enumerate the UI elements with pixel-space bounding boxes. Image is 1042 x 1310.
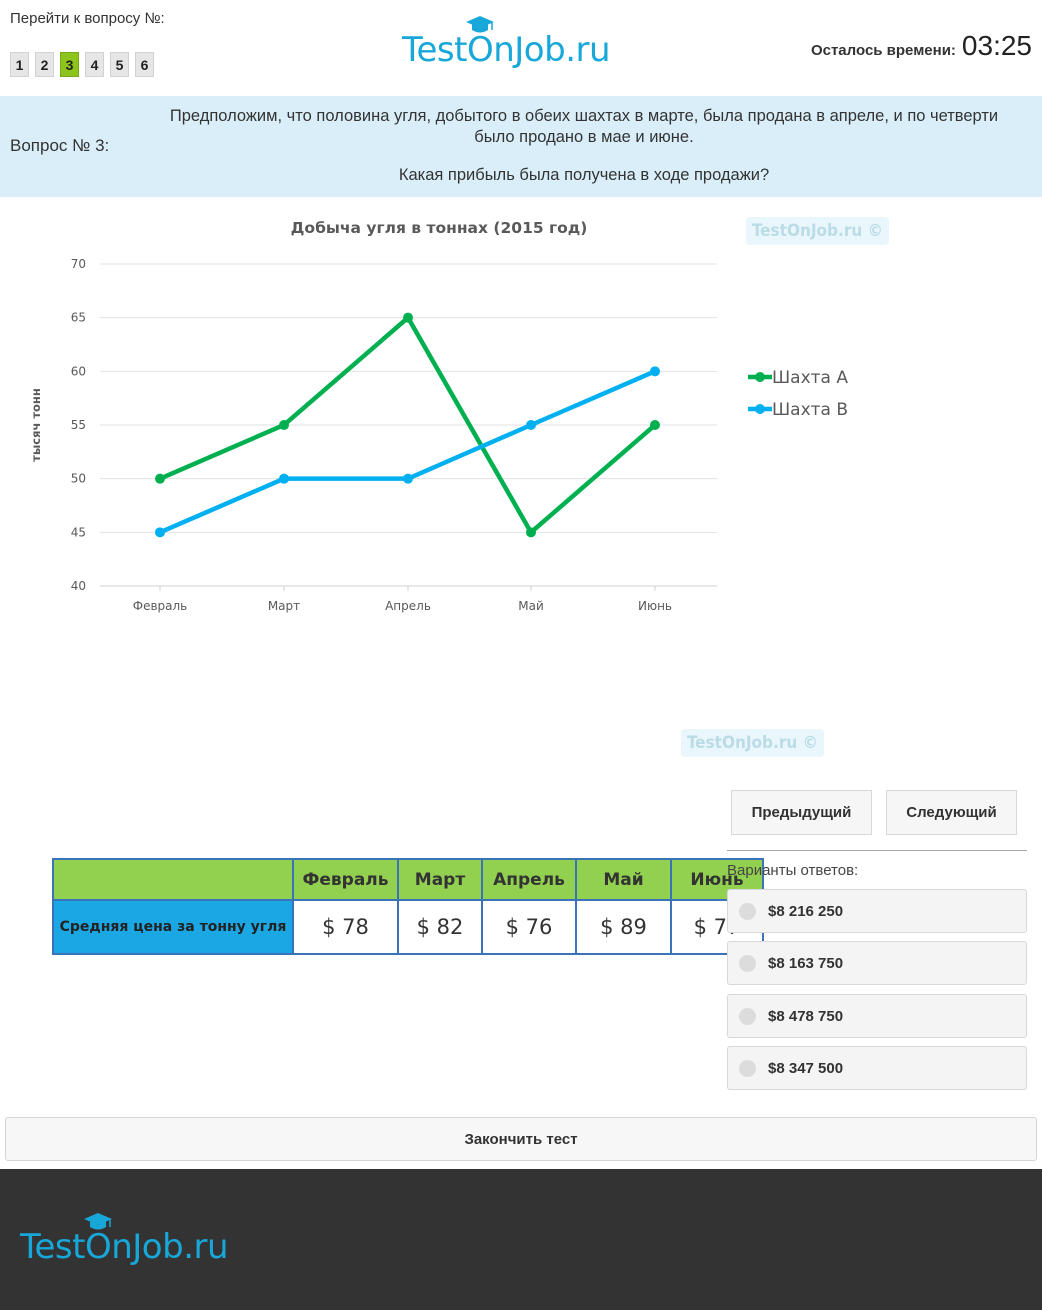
radio-button[interactable]	[739, 1007, 756, 1025]
chart-y-axis-label: тысяч тонн	[29, 388, 43, 462]
answer-text: $8 163 750	[768, 954, 844, 972]
question-text-block: Предположим, что половина угля, добытого…	[160, 106, 1008, 186]
question-prompt: Какая прибыль была получена в ходе прода…	[398, 166, 770, 184]
answers-divider	[727, 850, 1027, 851]
price-table-month-header: Май	[575, 858, 672, 901]
price-table-corner-cell	[52, 858, 294, 901]
answer-option[interactable]: $8 478 750	[727, 994, 1027, 1038]
coal-production-chart: Добыча угля в тоннах (2015 год) 40 45 50 55 6…	[29, 219, 848, 613]
logo-text-part-1: Test	[402, 30, 467, 70]
price-table-header-row: Февраль Март Апрель Май Июнь	[52, 858, 764, 901]
answer-text: $8 478 750	[768, 1007, 844, 1025]
question-nav-button-3[interactable]: 3	[60, 52, 79, 77]
previous-button[interactable]: Предыдущий	[731, 790, 872, 835]
chart-y-tick-label: 45	[71, 525, 86, 539]
header: Перейти к вопросу №: 1 2 3 4 5 6 Test O …	[0, 0, 1042, 96]
radio-button[interactable]	[739, 902, 756, 920]
chart-y-tick-label: 65	[71, 311, 86, 325]
price-table: Февраль Март Апрель Май Июнь Средняя цен…	[52, 858, 764, 955]
chart-data-point	[403, 473, 413, 484]
watermark: TestOnJob.ru ©	[746, 217, 889, 245]
chart-data-point	[279, 473, 289, 484]
logo-o-letter: O	[466, 30, 494, 70]
chart-data-point	[650, 366, 660, 377]
footer-logo[interactable]: Test O nJob.ru	[20, 1213, 229, 1267]
chart-y-tick-label: 70	[71, 257, 86, 271]
chart-data-point	[279, 420, 289, 430]
graduation-cap-icon	[83, 1213, 112, 1230]
price-table-row: Средняя цена за тонну угля $ 78 $ 82 $ 7…	[52, 899, 764, 955]
chart-y-tick-label: 55	[71, 418, 86, 432]
question-nav-button-1[interactable]: 1	[10, 52, 29, 77]
price-table-month-header: Март	[397, 858, 483, 901]
question-nav-button-2[interactable]: 2	[35, 52, 54, 77]
graduation-cap-icon	[465, 16, 494, 33]
chart-x-tick-label: Апрель	[385, 599, 431, 613]
question-bar: Вопрос № 3: Предположим, что половина уг…	[0, 96, 1042, 197]
chart-y-tick-label: 40	[71, 579, 86, 593]
logo-text-part-2: O	[83, 1213, 112, 1267]
question-statement: Предположим, что половина угля, добытого…	[169, 107, 999, 146]
price-table-row-label: Средняя цена за тонну угля	[52, 899, 294, 955]
question-nav-button-4[interactable]: 4	[85, 52, 104, 77]
question-navigator: 1 2 3 4 5 6	[10, 52, 154, 77]
chart-title: Добыча угля в тоннах (2015 год)	[291, 219, 588, 237]
price-table-month-header: Апрель	[481, 858, 577, 901]
answer-option[interactable]: $8 163 750	[727, 941, 1027, 985]
radio-button[interactable]	[739, 1059, 756, 1077]
chart-x-tick-label: Март	[268, 599, 300, 613]
chart-y-tick-label: 50	[71, 472, 86, 486]
timer-label: Осталось времени:	[810, 42, 956, 59]
chart-data-point	[526, 420, 536, 430]
price-table-cell: $ 89	[575, 899, 672, 955]
question-nav-button-6[interactable]: 6	[135, 52, 154, 77]
timer-value: 03:25	[961, 30, 1032, 61]
logo-text-part-3: nJob.ru	[111, 1227, 229, 1267]
logo-text-part-2: O	[465, 16, 494, 70]
answer-text: $8 216 250	[768, 902, 844, 920]
chart-x-tick-label: Июнь	[638, 599, 672, 613]
chart-x-tick-label: Май	[518, 599, 544, 613]
chart-data-point	[155, 473, 165, 484]
chart-data-point	[650, 420, 660, 430]
logo-text-part-3: nJob.ru	[493, 30, 611, 70]
goto-question-label: Перейти к вопросу №:	[10, 10, 165, 27]
price-table-cell: $ 78	[292, 899, 399, 955]
answer-option[interactable]: $8 216 250	[727, 889, 1027, 933]
watermark: TestOnJob.ru ©	[681, 729, 824, 757]
price-table-cell: $ 76	[481, 899, 577, 955]
answers-label: Варианты ответов:	[727, 862, 859, 879]
answer-text: $8 347 500	[768, 1059, 844, 1077]
chart-series-line	[159, 369, 656, 535]
answer-option[interactable]: $8 347 500	[727, 1046, 1027, 1090]
chart-legend-marker	[755, 372, 765, 382]
chart-data-point	[526, 527, 536, 538]
chart-legend-label: Шахта В	[772, 400, 848, 420]
timer: Осталось времени: 03:25	[811, 30, 1032, 62]
site-logo[interactable]: Test O nJob.ru	[402, 16, 611, 70]
finish-test-button[interactable]: Закончить тест	[5, 1117, 1037, 1161]
chart-data-point	[403, 312, 413, 323]
footer: Test O nJob.ru	[0, 1169, 1042, 1310]
next-button[interactable]: Следующий	[886, 790, 1017, 835]
chart-x-tick-label: Февраль	[133, 599, 188, 613]
logo-text-part-1: Test	[20, 1227, 85, 1267]
logo-o-letter: O	[84, 1227, 112, 1267]
chart-legend-label: Шахта А	[772, 368, 848, 388]
chart-legend-marker	[755, 404, 765, 414]
question-number: Вопрос № 3:	[10, 136, 110, 155]
question-nav-button-5[interactable]: 5	[110, 52, 129, 77]
price-table-cell: $ 82	[397, 899, 483, 955]
chart-y-tick-label: 60	[71, 364, 86, 378]
price-table-month-header: Февраль	[292, 858, 399, 901]
radio-button[interactable]	[739, 954, 756, 972]
chart-data-point	[155, 527, 165, 538]
main-panel: Добыча угля в тоннах (2015 год) 40 45 50 55 6…	[5, 200, 1037, 1106]
